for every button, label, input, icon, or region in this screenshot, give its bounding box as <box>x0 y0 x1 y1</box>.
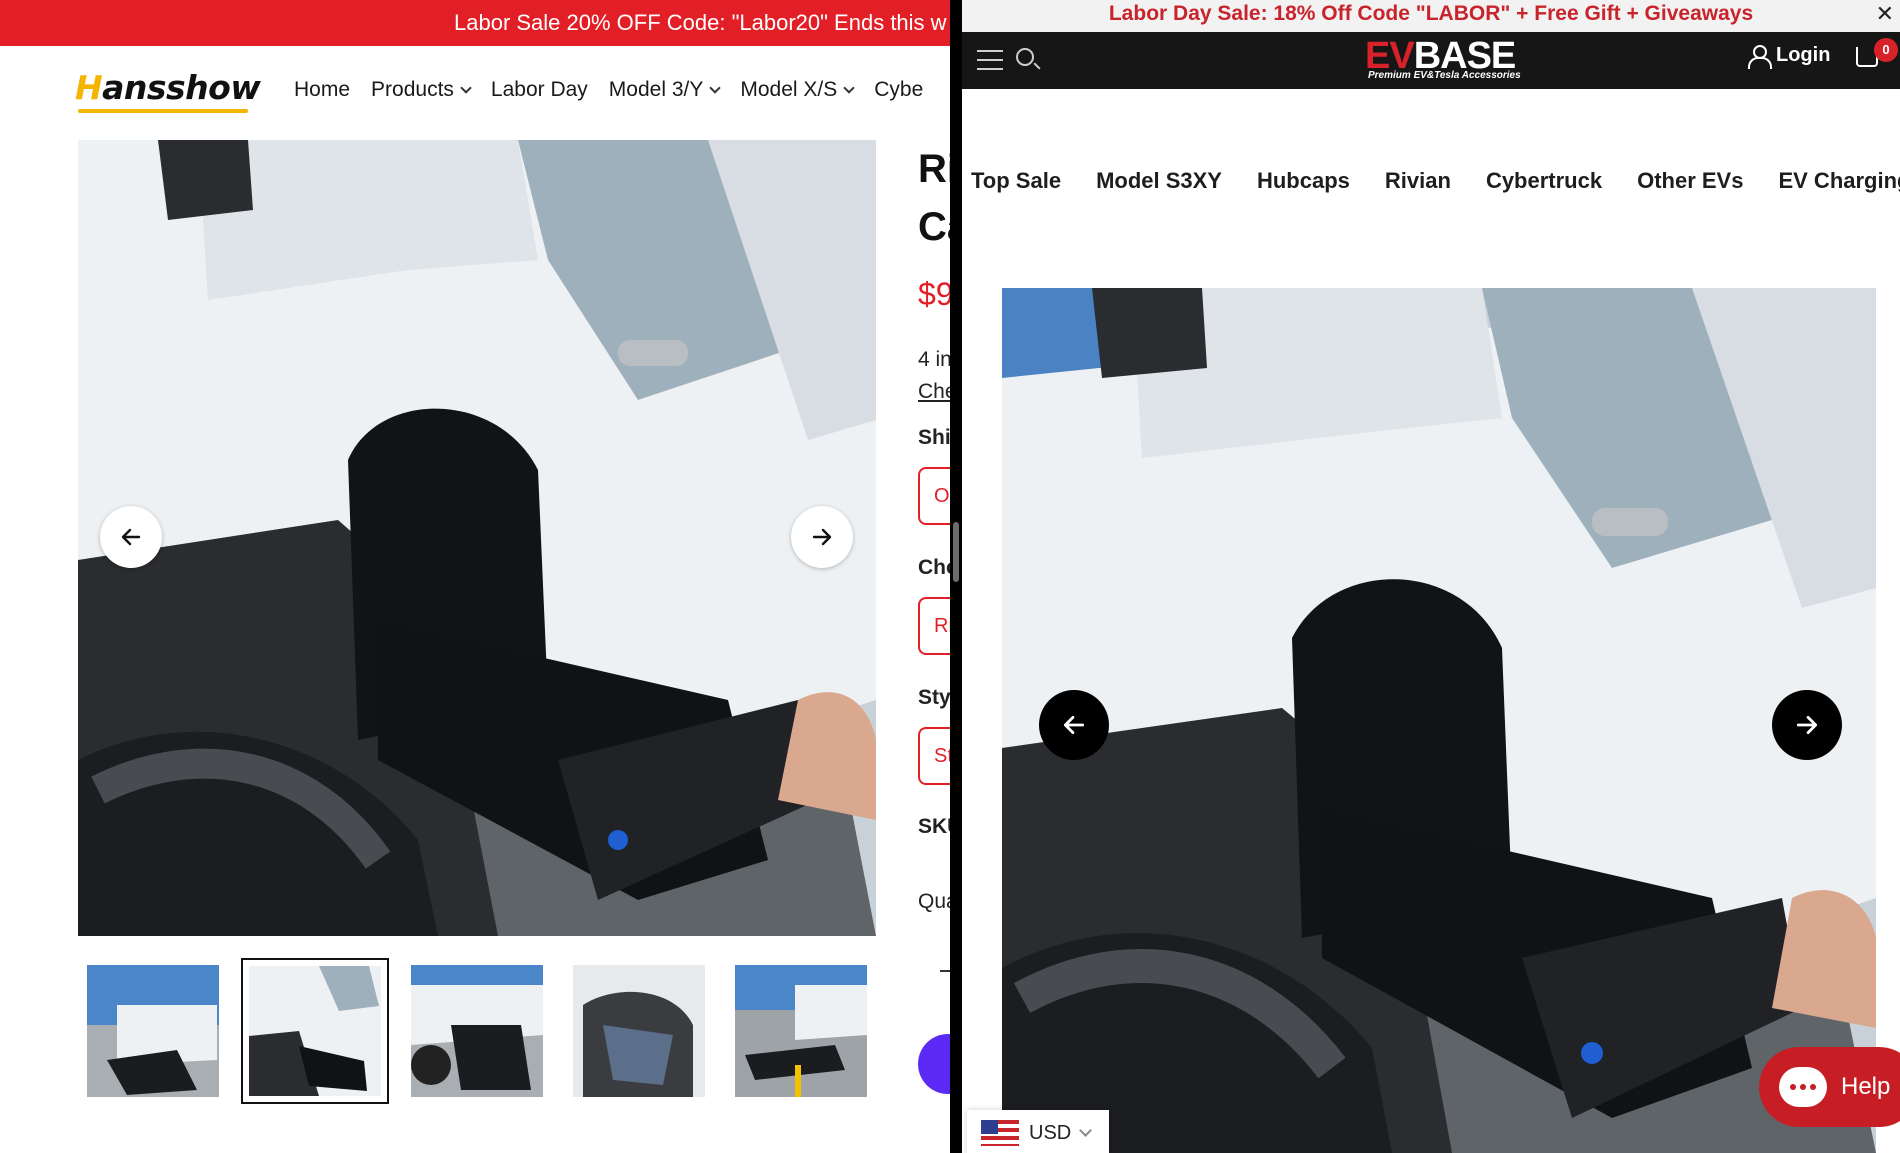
installments-text: 4 in <box>918 348 950 371</box>
nav-item-cybertruck[interactable]: Cybertruck <box>1486 168 1602 194</box>
nav-item-hubcaps[interactable]: Hubcaps <box>1257 168 1350 194</box>
product-details: RiCa <box>918 140 950 256</box>
product-title: RiCa <box>918 147 950 249</box>
us-flag-icon <box>981 1120 1019 1146</box>
chevron-down-icon <box>843 81 855 94</box>
site-header: Hansshow Home Products Labor Day Model 3… <box>0 46 950 138</box>
nav-item-other-evs[interactable]: Other EVs <box>1637 168 1743 194</box>
chat-icon <box>1779 1067 1827 1107</box>
logo-tagline: Premium EV&Tesla Accessories <box>1368 70 1521 81</box>
nav-label: Model 3/Y <box>608 78 704 101</box>
promo-banner[interactable]: Labor Day Sale: 18% Off Code "LABOR" + F… <box>962 0 1900 32</box>
chevron-down-icon <box>460 81 472 94</box>
prev-image-button[interactable] <box>100 506 162 568</box>
choose-option[interactable]: Ri <box>918 597 950 655</box>
hamburger-icon[interactable] <box>977 50 1003 77</box>
login-label: Login <box>1776 44 1831 66</box>
cart-count-badge: 0 <box>1874 38 1898 62</box>
arrow-left-icon <box>121 528 141 546</box>
add-to-cart-button[interactable] <box>918 1034 950 1094</box>
main-nav: Top Sale Model S3XY Hubcaps Rivian Cyber… <box>971 168 1900 194</box>
login-button[interactable]: Login <box>1748 44 1831 69</box>
chevron-down-icon <box>1079 1124 1093 1137</box>
shipping-option[interactable]: O <box>918 467 950 525</box>
thumbnail-image <box>411 965 543 1097</box>
site-header: EVBASE Premium EV&Tesla Accessories Logi… <box>962 32 1900 89</box>
promo-banner-text: Labor Day Sale: 18% Off Code "LABOR" + F… <box>1108 2 1754 25</box>
nav-item-labor-day[interactable]: Labor Day <box>491 78 588 102</box>
shipping-label: Shi <box>918 426 950 449</box>
truck-photo <box>78 140 876 936</box>
style-option[interactable]: St <box>918 727 950 785</box>
nav-item-home[interactable]: Home <box>294 78 350 102</box>
split-view-divider[interactable] <box>950 0 962 1153</box>
thumbnail-4[interactable] <box>573 965 705 1097</box>
arrow-left-icon <box>1063 716 1085 734</box>
choose-label: Cho <box>918 556 950 579</box>
help-chat-button[interactable]: Help <box>1759 1047 1900 1127</box>
nav-item-model-xs[interactable]: Model X/S <box>740 78 855 102</box>
search-icon[interactable] <box>1016 48 1034 66</box>
arrow-right-icon <box>812 528 832 546</box>
product-main-image[interactable] <box>1002 288 1876 1153</box>
arrow-right-icon <box>1796 716 1818 734</box>
product-price: $9 <box>918 276 950 312</box>
promo-banner-text: Labor Sale 20% OFF Code: "Labor20" Ends … <box>454 10 947 35</box>
thumbnail-5[interactable] <box>735 965 867 1097</box>
user-icon <box>1748 44 1772 69</box>
logo-text: ansshow <box>102 68 261 107</box>
logo-underline <box>78 109 248 113</box>
logo-lead-letter: H <box>75 68 103 107</box>
nav-label: Cybe <box>874 78 924 101</box>
chevron-down-icon <box>709 81 722 94</box>
nav-label: Products <box>371 78 454 101</box>
nav-item-products[interactable]: Products <box>371 78 472 102</box>
style-label: Sty <box>918 686 950 709</box>
thumbnail-image <box>735 965 867 1097</box>
nav-item-model-3y[interactable]: Model 3/Y <box>608 78 722 102</box>
thumbnail-image <box>573 965 705 1097</box>
thumbnail-image <box>249 966 381 1096</box>
help-label: Help <box>1841 1073 1891 1100</box>
nav-item-top-sale[interactable]: Top Sale <box>971 168 1061 194</box>
quantity-label: Qua <box>918 890 950 913</box>
next-image-button[interactable] <box>791 506 853 568</box>
currency-label: USD <box>1029 1121 1072 1144</box>
thumbnail-strip <box>78 958 878 1108</box>
sku-label: SKU <box>918 815 950 838</box>
nav-label: Model X/S <box>740 78 838 101</box>
hansshow-window: Labor Sale 20% OFF Code: "Labor20" Ends … <box>0 0 950 1153</box>
nav-item-cybertruck[interactable]: Cybe <box>874 78 923 102</box>
hansshow-logo[interactable]: Hansshow <box>75 68 261 107</box>
thumbnail-2[interactable] <box>241 958 389 1104</box>
thumbnail-image <box>87 965 219 1097</box>
evbase-window: Labor Day Sale: 18% Off Code "LABOR" + F… <box>962 0 1900 1153</box>
prev-image-button[interactable] <box>1039 690 1109 760</box>
promo-banner[interactable]: Labor Sale 20% OFF Code: "Labor20" Ends … <box>0 0 950 46</box>
product-main-image[interactable] <box>78 140 876 936</box>
nav-label: Home <box>294 78 351 101</box>
quantity-decrement-button[interactable] <box>940 970 950 972</box>
thumbnail-1[interactable] <box>87 965 219 1097</box>
close-icon[interactable]: ✕ <box>1876 0 1894 28</box>
truck-photo <box>1002 288 1876 1153</box>
nav-item-ev-charging[interactable]: EV Charging <box>1778 168 1900 194</box>
nav-item-rivian[interactable]: Rivian <box>1385 168 1451 194</box>
nav-item-model-s3xy[interactable]: Model S3XY <box>1096 168 1222 194</box>
currency-selector[interactable]: USD <box>967 1110 1109 1153</box>
check-link[interactable]: Che <box>918 380 950 404</box>
main-nav: Home Products Labor Day Model 3/Y Model … <box>294 78 923 102</box>
next-image-button[interactable] <box>1772 690 1842 760</box>
split-view-grip[interactable] <box>953 522 959 582</box>
thumbnail-3[interactable] <box>411 965 543 1097</box>
nav-label: Labor Day <box>490 78 588 101</box>
